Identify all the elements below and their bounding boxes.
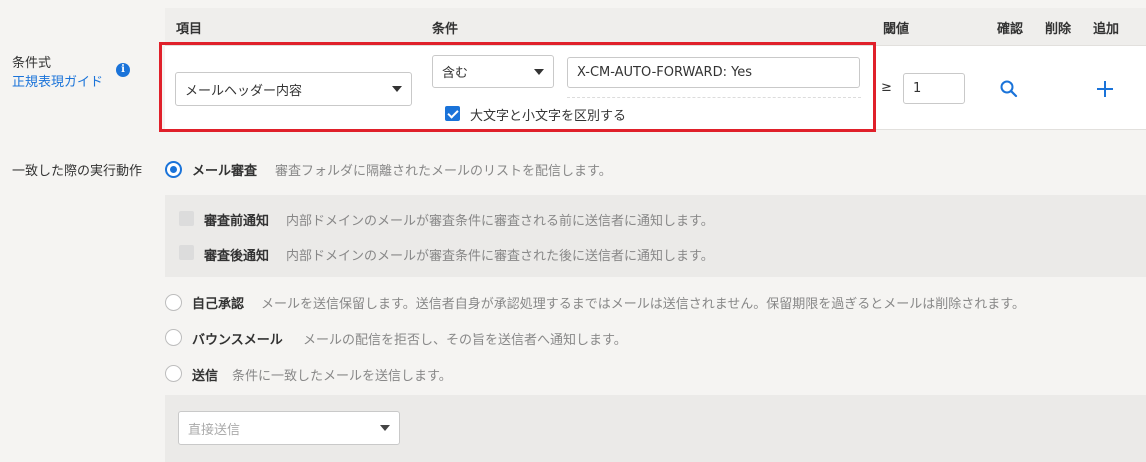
action-label-review: メール審査 (192, 164, 258, 179)
action-label-send: 送信 (192, 369, 219, 384)
pre-review-label: 審査前通知 (204, 214, 270, 229)
threshold-value: 1 (913, 81, 922, 96)
action-radio-review[interactable] (165, 161, 182, 178)
action-desc-review: 審査フォルダに隔離されたメールのリストを配信します。 (275, 164, 612, 179)
ge-symbol: ≥ (881, 80, 892, 95)
add-icon[interactable] (1095, 79, 1115, 99)
action-radio-bounce[interactable] (165, 329, 182, 346)
review-options-panel (165, 195, 1146, 277)
pre-review-checkbox[interactable] (179, 211, 194, 226)
header-confirm: 確認 (997, 22, 1024, 37)
header-item: 項目 (176, 22, 203, 37)
header-add: 追加 (1093, 22, 1120, 37)
threshold-input[interactable]: 1 (903, 73, 965, 104)
info-icon[interactable]: i (116, 63, 130, 77)
post-review-label: 審査後通知 (204, 249, 270, 264)
action-desc-self-approve: メールを送信保留します。送信者自身が承認処理するまではメールは送信されません。保… (261, 297, 1026, 312)
action-desc-send: 条件に一致したメールを送信します。 (232, 369, 452, 384)
condition-label: 条件式 (12, 56, 52, 71)
post-review-desc: 内部ドメインのメールが審査条件に審査された後に送信者に通知します。 (286, 249, 714, 264)
search-icon[interactable] (999, 79, 1019, 99)
post-review-checkbox[interactable] (179, 245, 194, 260)
condition-table-header: 項目 条件 閾値 確認 削除 追加 (165, 8, 1146, 46)
pre-review-desc: 内部ドメインのメールが審査条件に審査される前に送信者に通知します。 (286, 214, 714, 229)
send-method-select[interactable]: 直接送信 (178, 411, 400, 445)
highlight-box (159, 42, 876, 132)
action-radio-self-approve[interactable] (165, 294, 182, 311)
action-label-bounce: バウンスメール (192, 333, 283, 348)
action-label-self-approve: 自己承認 (192, 297, 245, 312)
send-method-value: 直接送信 (188, 422, 241, 438)
header-threshold: 閾値 (883, 22, 910, 37)
header-condition: 条件 (432, 22, 459, 37)
chevron-down-icon (380, 425, 390, 431)
action-desc-bounce: メールの配信を拒否し、その旨を送信者へ通知します。 (303, 333, 627, 348)
action-radio-send[interactable] (165, 365, 182, 382)
action-label: 一致した際の実行動作 (12, 164, 143, 179)
regex-guide-link[interactable]: 正規表現ガイド (12, 71, 103, 90)
header-delete: 削除 (1045, 22, 1072, 37)
